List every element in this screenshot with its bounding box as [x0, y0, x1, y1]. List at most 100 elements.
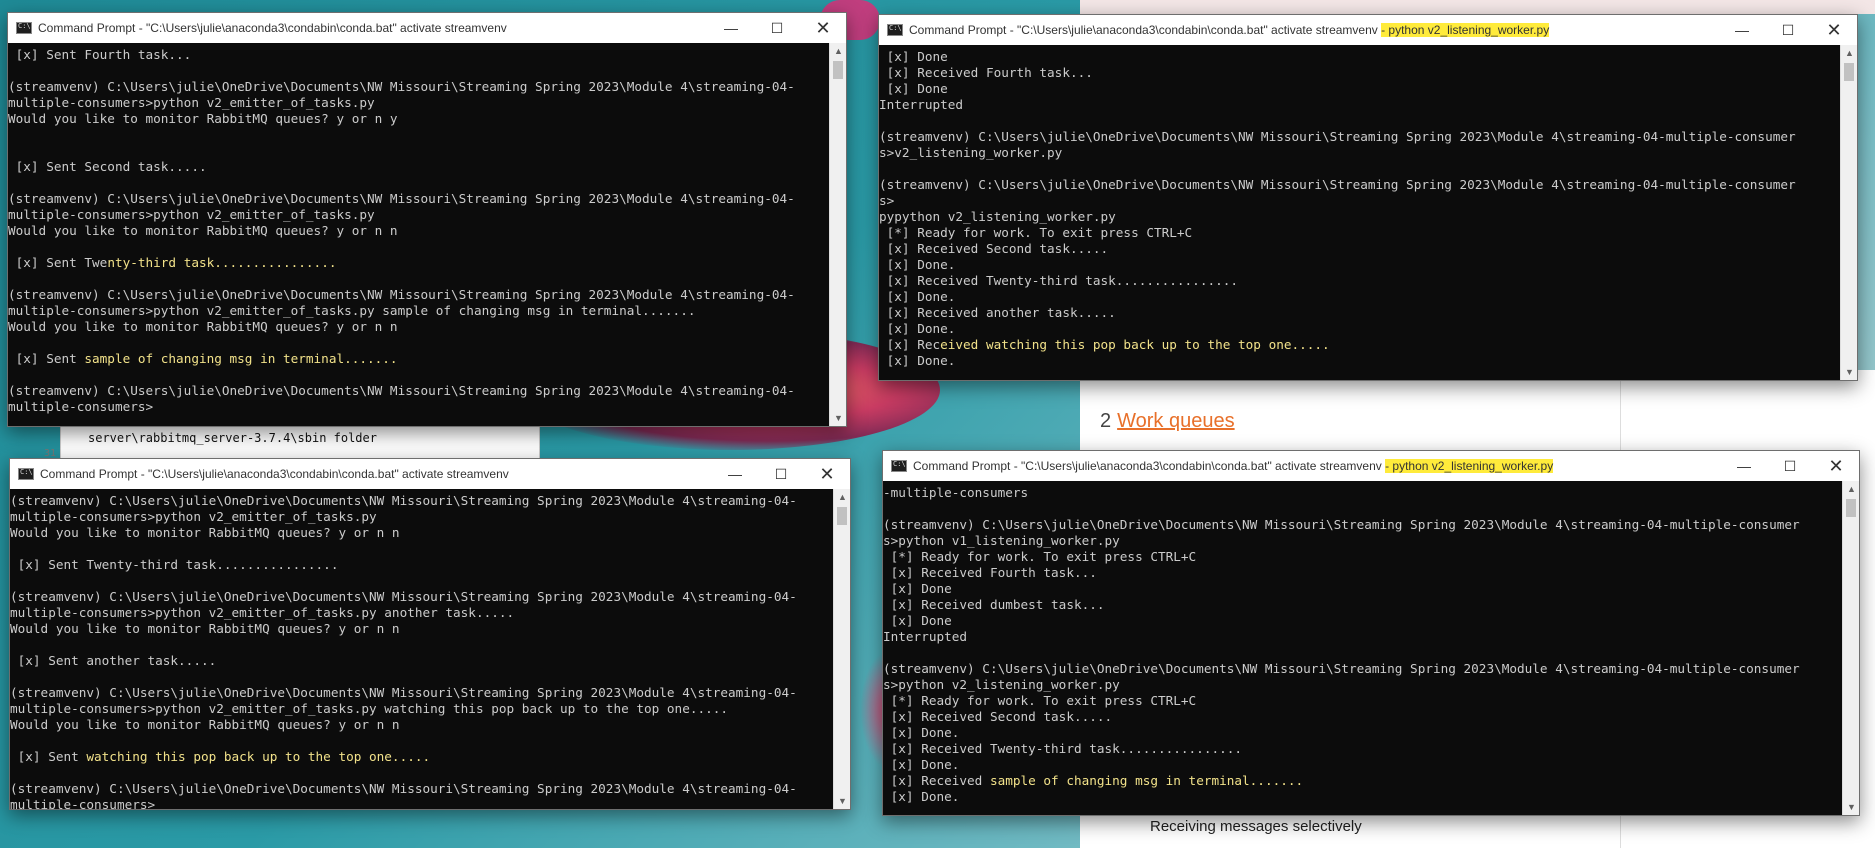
- scroll-up-arrow-icon[interactable]: ▲: [830, 43, 846, 59]
- console-line: s>python v1_listening_worker.py: [883, 533, 1842, 549]
- console-text: multiple-consumers>python v2_emitter_of_…: [8, 303, 696, 318]
- scroll-down-arrow-icon[interactable]: ▼: [830, 410, 846, 426]
- console-text: Would you like to monitor RabbitMQ queue…: [8, 223, 398, 238]
- console-line: multiple-consumers>python v2_emitter_of_…: [10, 509, 833, 525]
- console-text: -multiple-consumers: [883, 485, 1029, 500]
- console-line: (streamvenv) C:\Users\julie\OneDrive\Doc…: [879, 129, 1840, 145]
- console-line: [x] Received Fourth task...: [883, 565, 1842, 581]
- window-title: Command Prompt - "C:\Users\julie\anacond…: [913, 459, 1554, 473]
- scroll-down-arrow-icon[interactable]: ▼: [834, 793, 850, 809]
- title-bar[interactable]: Command Prompt - "C:\Users\julie\anacond…: [10, 459, 850, 489]
- close-button[interactable]: ✕: [1811, 15, 1857, 45]
- console-text: [x] Rec: [879, 337, 941, 352]
- console-text: (streamvenv) C:\Users\julie\OneDrive\Doc…: [8, 79, 795, 94]
- minimize-button[interactable]: —: [1719, 15, 1765, 45]
- scrollbar[interactable]: ▲ ▼: [1840, 45, 1857, 380]
- console-text: (streamvenv) C:\Users\julie\OneDrive\Doc…: [883, 661, 1800, 676]
- close-button[interactable]: ✕: [804, 459, 850, 489]
- console-output[interactable]: [x] Sent Fourth task... (streamvenv) C:\…: [8, 43, 829, 426]
- console-line: [x] Done.: [879, 289, 1840, 305]
- title-bar[interactable]: Command Prompt - "C:\Users\julie\anacond…: [879, 15, 1857, 45]
- title-bar[interactable]: Command Prompt - "C:\Users\julie\anacond…: [8, 13, 846, 43]
- maximize-button[interactable]: ☐: [758, 459, 804, 489]
- console-text: (streamvenv) C:\Users\julie\OneDrive\Doc…: [8, 383, 795, 398]
- scroll-thumb[interactable]: [1846, 499, 1856, 517]
- maximize-button[interactable]: ☐: [1765, 15, 1811, 45]
- console-text: (streamvenv) C:\Users\julie\OneDrive\Doc…: [8, 287, 795, 302]
- highlighted-text: sample of changing msg in terminal......…: [989, 773, 1304, 788]
- console-output[interactable]: (streamvenv) C:\Users\julie\OneDrive\Doc…: [10, 489, 833, 809]
- console-line: [x] Done.: [879, 321, 1840, 337]
- console-line: Interrupted: [883, 629, 1842, 645]
- console-text: [x] Received another task.....: [879, 305, 1116, 320]
- console-line: [x] Sent sample of changing msg in termi…: [8, 351, 829, 367]
- console-text: Would you like to monitor RabbitMQ queue…: [10, 717, 400, 732]
- console-text: [x] Done: [883, 613, 952, 628]
- console-text: [x] Sent Fourth task...: [8, 47, 192, 62]
- cmd-window-listener-1[interactable]: Command Prompt - "C:\Users\julie\anacond…: [878, 14, 1858, 381]
- console-text: Would you like to monitor RabbitMQ queue…: [10, 525, 400, 540]
- scrollbar[interactable]: ▲ ▼: [829, 43, 846, 426]
- console-text: [x] Received Twenty-third task..........…: [879, 273, 1239, 288]
- console-text: [x] Received Fourth task...: [883, 565, 1097, 580]
- console-text: Interrupted: [879, 97, 964, 112]
- scroll-thumb[interactable]: [833, 61, 843, 79]
- minimize-button[interactable]: —: [712, 459, 758, 489]
- scrollbar[interactable]: ▲ ▼: [1842, 481, 1859, 815]
- maximize-button[interactable]: ☐: [754, 13, 800, 43]
- scroll-down-arrow-icon[interactable]: ▼: [1841, 364, 1857, 380]
- console-line: multiple-consumers>python v2_emitter_of_…: [8, 303, 829, 319]
- console-output[interactable]: [x] Done [x] Received Fourth task... [x]…: [879, 45, 1840, 380]
- close-button[interactable]: ✕: [1813, 451, 1859, 481]
- maximize-button[interactable]: ☐: [1767, 451, 1813, 481]
- title-bar[interactable]: Command Prompt - "C:\Users\julie\anacond…: [883, 451, 1859, 481]
- scroll-thumb[interactable]: [837, 507, 847, 525]
- window-title: Command Prompt - "C:\Users\julie\anacond…: [909, 23, 1550, 37]
- console-text: Would you like to monitor RabbitMQ queue…: [8, 319, 398, 334]
- console-line: [x] Done: [883, 613, 1842, 629]
- cmd-window-emitter-2[interactable]: Command Prompt - "C:\Users\julie\anacond…: [9, 458, 851, 810]
- minimize-button[interactable]: —: [1721, 451, 1767, 481]
- console-line: [x] Done.: [883, 789, 1842, 805]
- scrollbar[interactable]: ▲ ▼: [833, 489, 850, 809]
- console-line: [x] Received Fourth task...: [879, 65, 1840, 81]
- scroll-up-arrow-icon[interactable]: ▲: [1843, 481, 1859, 497]
- scroll-up-arrow-icon[interactable]: ▲: [834, 489, 850, 505]
- console-text: (streamvenv) C:\Users\julie\OneDrive\Doc…: [10, 589, 797, 604]
- close-button[interactable]: ✕: [800, 13, 846, 43]
- cmd-window-listener-2[interactable]: Command Prompt - "C:\Users\julie\anacond…: [882, 450, 1860, 816]
- console-output[interactable]: -multiple-consumers (streamvenv) C:\User…: [883, 481, 1842, 815]
- console-text: [x] Received Second task.....: [883, 709, 1113, 724]
- section-number: 2: [1100, 410, 1112, 432]
- console-text: [x] Received Second task.....: [879, 241, 1109, 256]
- browser-tab-strip: [1080, 0, 1875, 14]
- work-queues-link[interactable]: Work queues: [1117, 410, 1234, 432]
- console-line: (streamvenv) C:\Users\julie\OneDrive\Doc…: [10, 589, 833, 605]
- console-text: [x] Sent: [8, 351, 85, 366]
- console-line: [x] Sent Fourth task...: [8, 47, 829, 63]
- console-line: Would you like to monitor RabbitMQ queue…: [8, 111, 829, 127]
- console-line: [x] Done.: [883, 757, 1842, 773]
- scroll-up-arrow-icon[interactable]: ▲: [1841, 45, 1857, 61]
- console-line: s>: [879, 193, 1840, 209]
- console-text: (streamvenv) C:\Users\julie\OneDrive\Doc…: [10, 493, 797, 508]
- console-line: [x] Done.: [879, 353, 1840, 369]
- cmd-icon: [16, 22, 32, 34]
- receiving-messages-link[interactable]: Receiving messages selectively: [1150, 818, 1362, 835]
- console-line: [x] Received Twenty-third task..........…: [883, 741, 1842, 757]
- cmd-window-emitter-1[interactable]: Command Prompt - "C:\Users\julie\anacond…: [7, 12, 847, 427]
- minimize-button[interactable]: —: [708, 13, 754, 43]
- console-text: (streamvenv) C:\Users\julie\OneDrive\Doc…: [879, 177, 1796, 192]
- scroll-thumb[interactable]: [1844, 63, 1854, 81]
- scroll-down-arrow-icon[interactable]: ▼: [1843, 799, 1859, 815]
- console-text: [x] Received Fourth task...: [879, 65, 1093, 80]
